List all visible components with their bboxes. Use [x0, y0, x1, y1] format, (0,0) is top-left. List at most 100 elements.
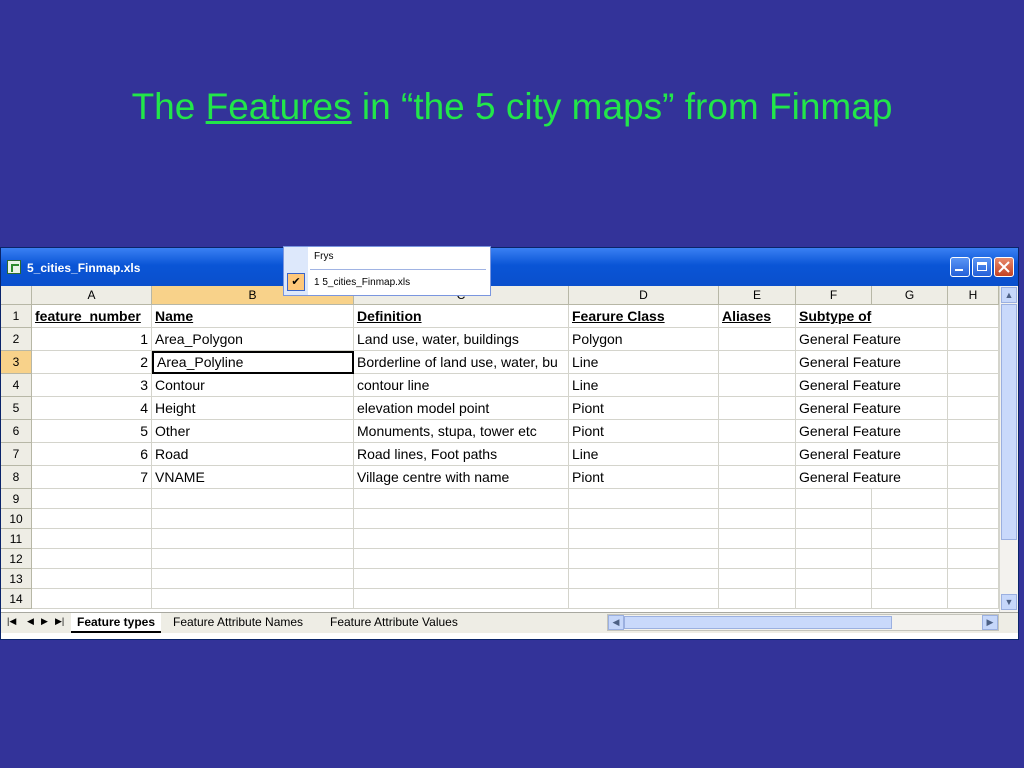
row-header-7[interactable]: 7	[1, 443, 32, 466]
row-header-2[interactable]: 2	[1, 328, 32, 351]
scroll-left-button[interactable]: ◀	[608, 615, 624, 630]
cell-g9[interactable]	[872, 489, 948, 509]
cell-c12[interactable]	[354, 549, 569, 569]
cell-d7[interactable]: Line	[569, 443, 719, 466]
cell-d4[interactable]: Line	[569, 374, 719, 397]
cell-e7[interactable]	[719, 443, 796, 466]
cell-a1[interactable]: feature_number	[32, 305, 152, 328]
row-header-8[interactable]: 8	[1, 466, 32, 489]
cell-g14[interactable]	[872, 589, 948, 609]
cell-a4[interactable]: 3	[32, 374, 152, 397]
cell-d14[interactable]	[569, 589, 719, 609]
cell-f1[interactable]: Subtype of	[796, 305, 948, 328]
cell-e2[interactable]	[719, 328, 796, 351]
cell-d12[interactable]	[569, 549, 719, 569]
cell-e8[interactable]	[719, 466, 796, 489]
cell-b11[interactable]	[152, 529, 354, 549]
first-sheet-icon[interactable]: |◀	[7, 616, 16, 627]
cell-d5[interactable]: Piont	[569, 397, 719, 420]
cell-h12[interactable]	[948, 549, 999, 569]
cell-b6[interactable]: Other	[152, 420, 354, 443]
cell-h6[interactable]	[948, 420, 999, 443]
cell-a6[interactable]: 5	[32, 420, 152, 443]
cell-e4[interactable]	[719, 374, 796, 397]
cell-h4[interactable]	[948, 374, 999, 397]
cell-d10[interactable]	[569, 509, 719, 529]
sheet-tab-feature-attribute-values[interactable]: Feature Attribute Values	[324, 613, 464, 631]
column-header-d[interactable]: D	[569, 286, 719, 305]
cell-b10[interactable]	[152, 509, 354, 529]
row-header-3[interactable]: 3	[1, 351, 32, 374]
cell-c10[interactable]	[354, 509, 569, 529]
prev-sheet-icon[interactable]: ◀	[27, 616, 34, 627]
cell-g10[interactable]	[872, 509, 948, 529]
window-titlebar[interactable]: 5_cities_Finmap.xls	[1, 248, 1018, 286]
cell-h9[interactable]	[948, 489, 999, 509]
column-header-h[interactable]: H	[948, 286, 999, 305]
cell-d1[interactable]: Fearure Class	[569, 305, 719, 328]
cell-e9[interactable]	[719, 489, 796, 509]
column-header-f[interactable]: F	[796, 286, 872, 305]
cell-b8[interactable]: VNAME	[152, 466, 354, 489]
cell-e11[interactable]	[719, 529, 796, 549]
cell-e1[interactable]: Aliases	[719, 305, 796, 328]
sheet-tab-feature-types[interactable]: Feature types	[71, 613, 162, 633]
cell-d2[interactable]: Polygon	[569, 328, 719, 351]
row-header-13[interactable]: 13	[1, 569, 32, 589]
maximize-button[interactable]	[972, 257, 992, 277]
cell-h14[interactable]	[948, 589, 999, 609]
sheet-tab-feature-attribute-names[interactable]: Feature Attribute Names	[167, 613, 309, 631]
cell-d13[interactable]	[569, 569, 719, 589]
row-header-4[interactable]: 4	[1, 374, 32, 397]
cell-c11[interactable]	[354, 529, 569, 549]
column-header-g[interactable]: G	[872, 286, 948, 305]
cell-d11[interactable]	[569, 529, 719, 549]
menu-item-frys[interactable]: Frys	[314, 251, 333, 262]
cell-h8[interactable]	[948, 466, 999, 489]
last-sheet-icon[interactable]: ▶|	[55, 616, 64, 627]
cell-c9[interactable]	[354, 489, 569, 509]
cell-b9[interactable]	[152, 489, 354, 509]
column-header-a[interactable]: A	[32, 286, 152, 305]
cell-b5[interactable]: Height	[152, 397, 354, 420]
cell-c14[interactable]	[354, 589, 569, 609]
cell-a10[interactable]	[32, 509, 152, 529]
cell-c3[interactable]: Borderline of land use, water, bu	[354, 351, 569, 374]
row-header-6[interactable]: 6	[1, 420, 32, 443]
scroll-up-button[interactable]: ▲	[1001, 287, 1017, 303]
cell-g12[interactable]	[872, 549, 948, 569]
cell-b7[interactable]: Road	[152, 443, 354, 466]
cell-e13[interactable]	[719, 569, 796, 589]
cell-a14[interactable]	[32, 589, 152, 609]
cell-f14[interactable]	[796, 589, 872, 609]
excel-file-icon[interactable]	[7, 260, 21, 274]
vertical-scrollbar[interactable]: ▲ ▼	[999, 286, 1018, 612]
cell-f4[interactable]: General Feature	[796, 374, 948, 397]
cell-e12[interactable]	[719, 549, 796, 569]
cell-d8[interactable]: Piont	[569, 466, 719, 489]
cell-c7[interactable]: Road lines, Foot paths	[354, 443, 569, 466]
cell-b14[interactable]	[152, 589, 354, 609]
cell-h2[interactable]	[948, 328, 999, 351]
next-sheet-icon[interactable]: ▶	[41, 616, 48, 627]
cell-f11[interactable]	[796, 529, 872, 549]
close-button[interactable]	[994, 257, 1014, 277]
cell-f8[interactable]: General Feature	[796, 466, 948, 489]
row-header-10[interactable]: 10	[1, 509, 32, 529]
cell-f2[interactable]: General Feature	[796, 328, 948, 351]
cell-a3[interactable]: 2	[32, 351, 152, 374]
cell-h7[interactable]	[948, 443, 999, 466]
cell-h3[interactable]	[948, 351, 999, 374]
cell-a9[interactable]	[32, 489, 152, 509]
cell-f9[interactable]	[796, 489, 872, 509]
cell-e3[interactable]	[719, 351, 796, 374]
cell-f10[interactable]	[796, 509, 872, 529]
cell-a7[interactable]: 6	[32, 443, 152, 466]
cell-h11[interactable]	[948, 529, 999, 549]
cell-b1[interactable]: Name	[152, 305, 354, 328]
cell-f12[interactable]	[796, 549, 872, 569]
cell-f6[interactable]: General Feature	[796, 420, 948, 443]
cell-c8[interactable]: Village centre with name	[354, 466, 569, 489]
cell-d6[interactable]: Piont	[569, 420, 719, 443]
cell-e14[interactable]	[719, 589, 796, 609]
